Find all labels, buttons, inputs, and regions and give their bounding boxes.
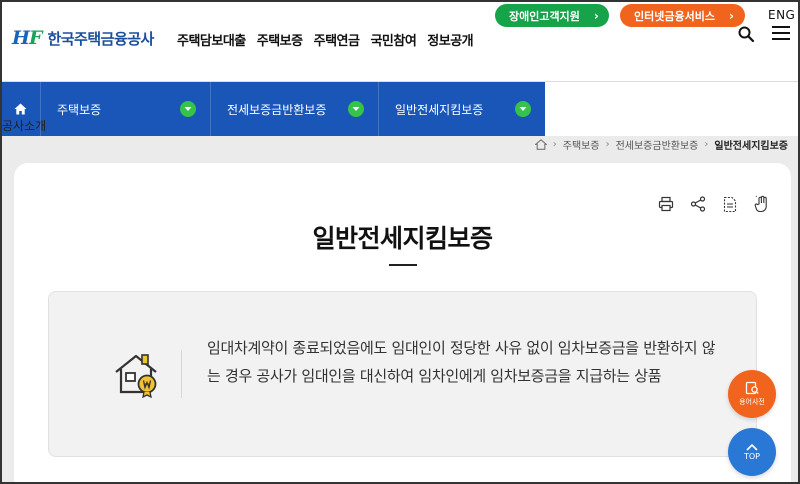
breadcrumb-item[interactable]: 주택보증 (563, 137, 600, 152)
gnb-item-housing-guarantee[interactable]: 주택보증 (257, 30, 303, 49)
page-tools (657, 195, 771, 213)
chevron-down-icon (180, 101, 196, 117)
book-search-icon (745, 381, 759, 395)
search-icon[interactable] (738, 26, 755, 43)
house-deposit-icon (111, 350, 161, 399)
gnb-item-reverse-mortgage[interactable]: 주택연금 (314, 30, 360, 49)
gnb-item-information-disclosure[interactable]: 정보공개 (427, 30, 473, 49)
breadcrumb-separator: › (704, 139, 709, 150)
global-nav: 주택담보대출 주택보증 주택연금 국민참여 정보공개 (177, 30, 474, 49)
home-icon[interactable] (534, 139, 547, 150)
nav-overflow-label[interactable]: 공사소개 (2, 117, 46, 134)
document-icon[interactable] (721, 195, 739, 213)
internet-banking-button[interactable]: 인터넷금융서비스 › (620, 4, 745, 27)
internet-banking-label: 인터넷금융서비스 (634, 9, 715, 23)
scroll-top-button[interactable]: TOP (728, 428, 776, 476)
site-header: HF 한국주택금융공사 주택담보대출 주택보증 주택연금 국민참여 정보공개 장… (0, 0, 800, 82)
chevron-right-icon: › (728, 8, 734, 23)
breadcrumb-current: 일반전세지킴보증 (714, 141, 788, 152)
language-eng-link[interactable]: ENG (768, 8, 795, 22)
breadcrumb-item[interactable]: 전세보증금반환보증 (616, 137, 699, 152)
product-summary-box: 임대차계약이 종료되었음에도 임대인이 정당한 사유 없이 임차보증금을 반환하… (48, 291, 757, 457)
chevron-up-icon (746, 443, 758, 451)
nav-level2-label: 전세보증금반환보증 (227, 102, 327, 117)
scroll-top-label: TOP (743, 452, 760, 461)
nav-level1-label: 주택보증 (57, 102, 102, 117)
chevron-down-icon (515, 101, 531, 117)
title-underline (389, 264, 417, 266)
nav-dropdown-level1[interactable]: 주택보증 (40, 82, 210, 136)
hand-pointer-icon[interactable] (753, 195, 771, 213)
chevron-down-icon (348, 101, 364, 117)
gnb-item-public-participation[interactable]: 국민참여 (370, 30, 416, 49)
chevron-right-icon: › (593, 8, 599, 23)
logo-text: 한국주택금융공사 (47, 29, 154, 48)
gnb-item-mortgage[interactable]: 주택담보대출 (177, 30, 246, 49)
breadcrumb-separator: › (605, 139, 610, 150)
glossary-label: 용어사전 (739, 398, 765, 406)
location-nav-bar: 주택보증 전세보증금반환보증 일반전세지킴보증 (0, 82, 800, 136)
nav-level3-label: 일반전세지킴보증 (395, 102, 484, 117)
hamburger-menu-icon[interactable] (772, 26, 790, 40)
breadcrumb-separator: › (552, 139, 557, 150)
home-icon (14, 103, 26, 115)
breadcrumb: › 주택보증 › 전세보증금반환보증 › 일반전세지킴보증 (534, 137, 788, 152)
print-icon[interactable] (657, 195, 675, 213)
nav-dropdown-level3[interactable]: 일반전세지킴보증 (378, 82, 545, 136)
logo-mark: HF (12, 27, 42, 49)
product-description: 임대차계약이 종료되었음에도 임대인이 정당한 사유 없이 임차보증금을 반환하… (207, 339, 716, 385)
glossary-button[interactable]: 용어사전 (728, 370, 776, 418)
site-logo[interactable]: HF 한국주택금융공사 (12, 27, 154, 49)
page-title: 일반전세지킴보증 (312, 224, 493, 253)
share-icon[interactable] (689, 195, 707, 213)
nav-dropdown-level2[interactable]: 전세보증금반환보증 (210, 82, 378, 136)
accessibility-support-button[interactable]: 장애인고객지원 › (495, 4, 609, 27)
content-card: 일반전세지킴보증 임대차계약이 종료되었음에도 임대인이 정당한 사유 없이 임… (14, 163, 791, 484)
accessibility-support-label: 장애인고객지원 (509, 9, 580, 23)
summary-divider (181, 350, 182, 398)
